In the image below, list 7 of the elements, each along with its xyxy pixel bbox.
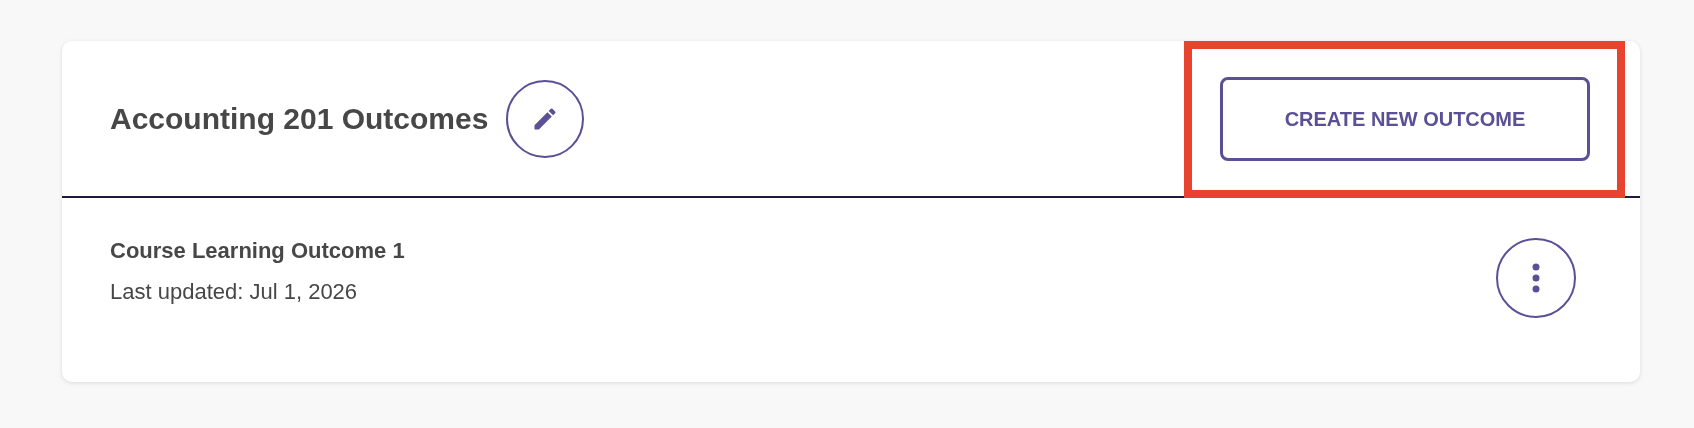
page-title: Accounting 201 Outcomes [110, 101, 489, 137]
last-updated-text: Last updated: Jul 1, 2026 [110, 278, 359, 306]
more-icon [1532, 263, 1540, 293]
outcome-title: Course Learning Outcome 1 [110, 237, 405, 265]
more-options-button[interactable] [1496, 238, 1576, 318]
edit-button[interactable] [506, 79, 585, 158]
create-outcome-button[interactable]: CREATE NEW OUTCOME [1220, 76, 1590, 161]
